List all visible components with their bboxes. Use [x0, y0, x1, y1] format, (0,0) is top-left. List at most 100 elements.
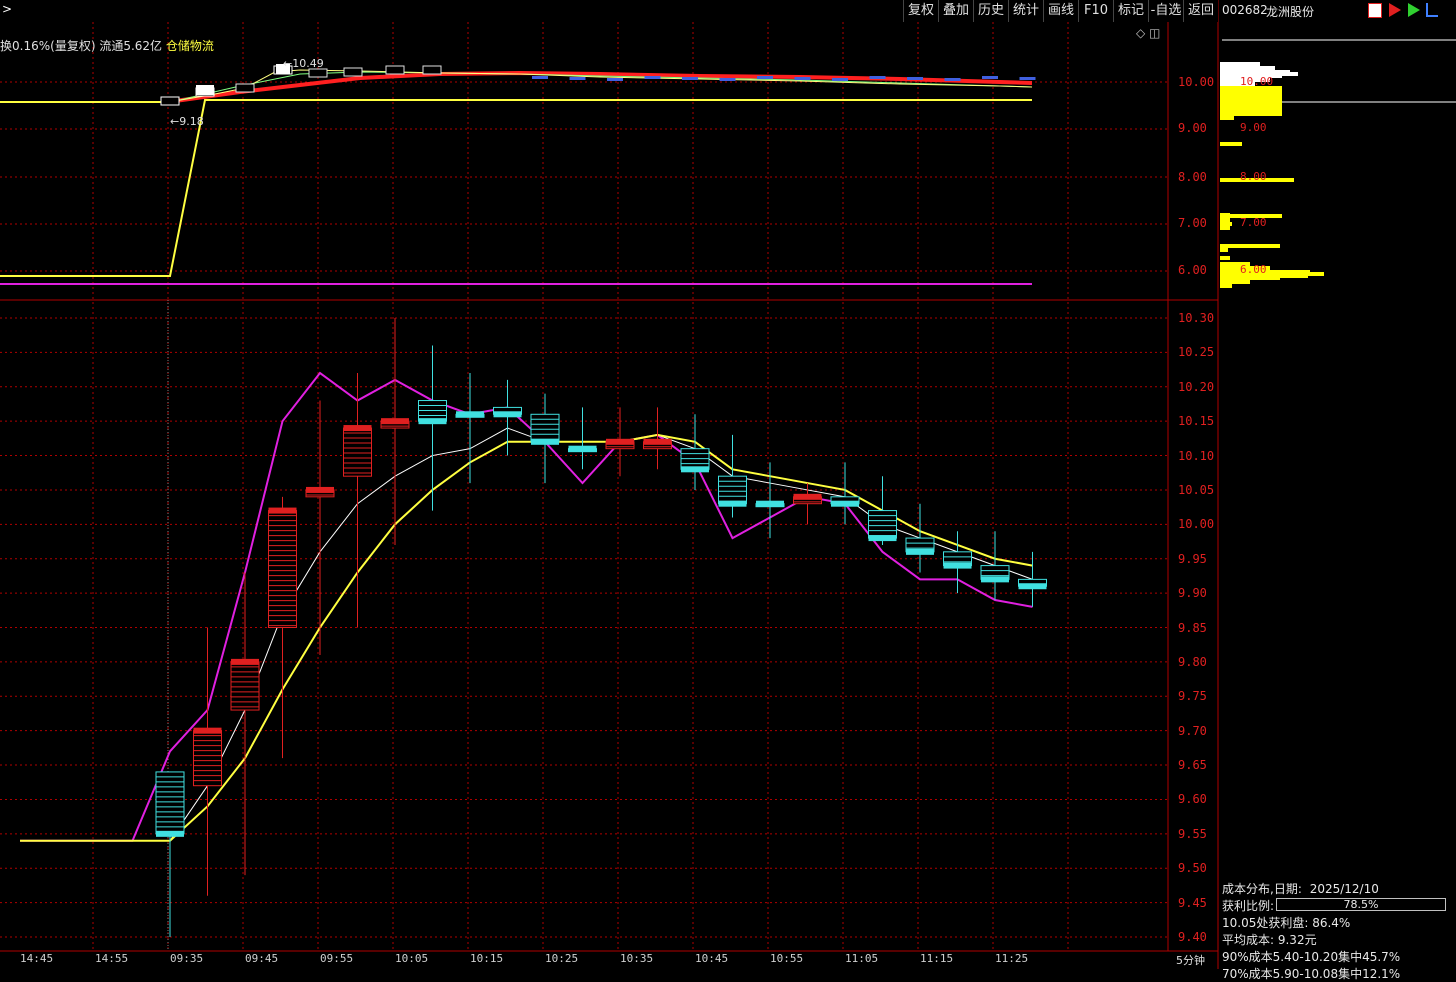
upper-chart-layer [0, 64, 1036, 285]
upper-candle-down [682, 77, 698, 80]
cost-bar [1220, 62, 1260, 66]
cost-distribution-layer [1220, 62, 1324, 288]
candle-close-bar [906, 548, 934, 555]
high-marker: ←10.49 [283, 57, 324, 70]
time-tick: 11:25 [995, 952, 1029, 965]
lower-y-tick: 10.25 [1178, 345, 1215, 360]
candle-body [193, 730, 222, 787]
candle-body [155, 771, 185, 835]
adjust-text: 量复权) [54, 39, 96, 53]
cost-bar [1220, 248, 1228, 252]
lower-y-tick: 9.85 [1178, 620, 1207, 635]
candle-close-bar [568, 445, 597, 452]
upper-y-tick: 8.00 [1178, 170, 1207, 184]
panel-icons[interactable] [1368, 3, 1439, 18]
lower-y-tick: 10.30 [1178, 311, 1215, 325]
upper-y-tick: 9.00 [1178, 121, 1207, 135]
toolbar-button-history[interactable]: 历史 [973, 0, 1008, 22]
upper-candle-down [757, 76, 773, 79]
series-line-lower [20, 371, 1033, 842]
candle-close-bar [681, 466, 709, 473]
collapse-arrow-icon[interactable]: > [2, 2, 12, 16]
toolbar-button-fuquan[interactable]: 复权 [903, 0, 938, 22]
cost-line-3: 90%成本5.40-10.20集中45.7% [1222, 950, 1401, 964]
upper-candle [385, 65, 405, 75]
lower-chart-layer [20, 318, 1047, 937]
upper-candle-down [569, 77, 586, 80]
candle-close-bar [868, 535, 897, 542]
cost-line-1: 10.05处获利盘: 86.4% [1222, 916, 1351, 930]
candle-close-bar [943, 562, 972, 569]
period-selector[interactable]: 5分钟 [1176, 952, 1205, 968]
upper-candle-down [1019, 77, 1036, 80]
toolbar-button-f10[interactable]: F10 [1078, 0, 1113, 22]
time-tick: 10:45 [695, 952, 729, 965]
cost-line-4: 70%成本5.90-10.08集中12.1% [1222, 967, 1401, 981]
toolbar-button-mark[interactable]: 标记 [1113, 0, 1148, 22]
turnover-text: 换0.16%( [0, 39, 55, 53]
chart-canvas [0, 0, 1456, 969]
float-text: 流通5.62亿 [99, 39, 163, 53]
cost-line-2: 平均成本: 9.32元 [1222, 933, 1317, 947]
upper-candle [160, 96, 180, 106]
cost-info-panel: 成本分布,日期: 2025/12/10 获利比例: 78.5% 10.05处获利… [1222, 880, 1454, 982]
cost-y-tick: 10.00 [1240, 75, 1274, 88]
upper-candle-down [907, 77, 923, 80]
time-tick: 11:15 [920, 952, 954, 965]
cost-bar [1220, 256, 1230, 260]
profit-ratio-bar: 78.5% [1276, 898, 1446, 911]
flag-icon[interactable] [1388, 3, 1401, 17]
candle-close-bar [381, 418, 409, 425]
toolbar-button-overlay[interactable]: 叠加 [938, 0, 973, 22]
time-tick: 10:15 [470, 952, 504, 965]
candle-close-bar [231, 658, 259, 665]
lower-y-tick: 9.50 [1178, 861, 1207, 876]
upper-candle [343, 67, 363, 77]
lower-y-tick: 9.40 [1178, 930, 1207, 944]
profit-ratio-row: 获利比例: 78.5% [1222, 897, 1454, 914]
lower-y-tick: 9.45 [1178, 895, 1207, 910]
candle-body [530, 413, 560, 443]
toolbar-button-draw[interactable]: 画线 [1043, 0, 1078, 22]
candle-body [868, 510, 897, 539]
upper-candle-down [832, 78, 848, 81]
lower-y-tick: 10.05 [1178, 482, 1215, 497]
upper-candle-down [532, 76, 548, 79]
candle-close-bar [718, 500, 747, 507]
upper-y-tick: 10.00 [1178, 75, 1215, 89]
candle-body [343, 427, 372, 477]
candle-close-bar [306, 486, 334, 493]
cursor-icon[interactable] [1426, 3, 1439, 17]
upper-candle-down [794, 77, 811, 80]
time-tick: 10:05 [395, 952, 429, 965]
toolbar-button-back[interactable]: 返回 [1183, 0, 1218, 22]
cost-y-tick: 6.00 [1240, 263, 1267, 276]
lower-y-tick: 9.70 [1178, 723, 1207, 738]
lower-y-tick: 10.00 [1178, 517, 1215, 532]
lower-y-tick: 10.15 [1178, 414, 1215, 429]
cost-bar [1220, 244, 1280, 248]
sector-label[interactable]: 仓储物流 [166, 39, 214, 53]
upper-y-tick: 7.00 [1178, 216, 1207, 230]
stock-code: 002682 [1222, 3, 1268, 17]
doc-icon[interactable] [1368, 3, 1382, 18]
chart-options-icon[interactable]: ◇ ◫ [1136, 26, 1160, 40]
toolbar-button-stats[interactable]: 统计 [1008, 0, 1043, 22]
toolbar-button-watchlist[interactable]: -自选 [1148, 0, 1183, 22]
upper-yellow-line [0, 99, 1032, 277]
candle-close-bar [418, 418, 447, 425]
arrow-icon[interactable] [1407, 3, 1420, 17]
low-marker-value: 9.18 [179, 115, 204, 128]
upper-candle-down [982, 76, 998, 79]
lower-y-tick: 9.75 [1178, 689, 1207, 704]
cost-bar [1220, 142, 1242, 146]
cost-title: 成本分布,日期: [1222, 882, 1302, 896]
lower-y-tick: 9.80 [1178, 654, 1207, 669]
candle-close-bar [643, 438, 672, 445]
time-tick: 10:25 [545, 952, 579, 965]
upper-candle [308, 68, 328, 78]
candle-body [230, 661, 260, 711]
low-marker: ←9.18 [170, 115, 204, 128]
cost-bar [1220, 284, 1232, 288]
cost-date: 2025/12/10 [1309, 882, 1379, 896]
